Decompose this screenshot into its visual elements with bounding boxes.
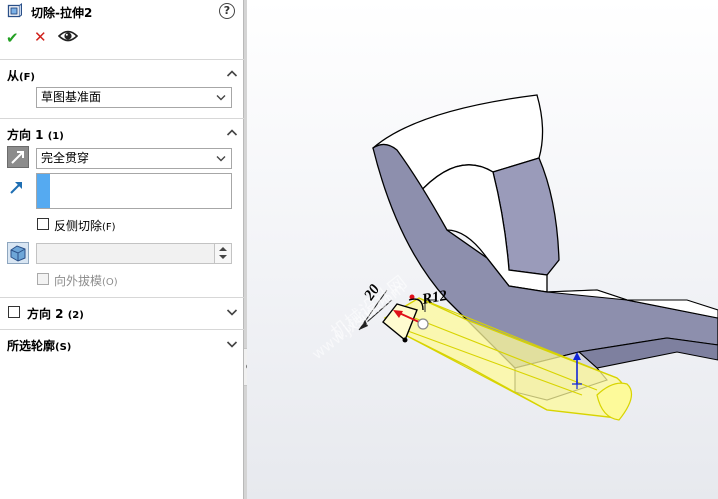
chevron-down-icon [216, 156, 226, 162]
from-section-label: 从(F) [7, 69, 35, 83]
draft-outward-checkbox [37, 273, 49, 285]
draft-angle-input[interactable] [36, 243, 232, 264]
from-section-header[interactable]: 从(F) [0, 62, 244, 86]
dimension-radius-label: R12 [420, 288, 449, 308]
draft-outward-label: 向外拔模(O) [54, 274, 118, 288]
selection-box-accent [37, 174, 50, 208]
model-canvas[interactable]: 20 R12 机械设计网 www.jxsjw.com [247, 0, 718, 499]
direction2-section-label: 方向 2 (2) [27, 307, 84, 321]
direction-selection-box[interactable] [36, 173, 232, 209]
divider [0, 118, 244, 119]
selected-contours-label: 所选轮廓(S) [7, 339, 72, 353]
end-condition-value: 完全贯穿 [41, 151, 90, 165]
chevron-down-icon[interactable] [226, 338, 238, 350]
direction2-checkbox[interactable] [8, 306, 20, 318]
property-manager-panel: 切除-拉伸2 ? ✔ ✕ 从(F) 草图基准面 方向 1 (1) 完全贯穿 反侧… [0, 0, 244, 499]
graphics-viewport[interactable]: 20 R12 机械设计网 www.jxsjw.com [247, 0, 718, 499]
spin-up-icon[interactable] [219, 247, 227, 251]
direction1-section-header[interactable]: 方向 1 (1) [0, 121, 244, 145]
feature-title-bar: 切除-拉伸2 ? [0, 0, 244, 24]
reverse-direction-icon[interactable] [7, 146, 29, 168]
divider [0, 329, 244, 330]
direction-of-extrusion-icon [10, 182, 22, 194]
sketch-point [402, 337, 408, 343]
help-button[interactable]: ? [219, 3, 235, 19]
selected-contours-section-header[interactable]: 所选轮廓(S) [0, 332, 244, 356]
spin-down-icon[interactable] [219, 255, 227, 259]
divider [0, 59, 244, 60]
confirm-toolbar: ✔ ✕ [0, 27, 244, 49]
drag-handle-icon[interactable] [417, 318, 429, 330]
from-selected-value: 草图基准面 [41, 90, 102, 104]
draft-angle-spinner[interactable] [214, 244, 231, 263]
from-start-condition-select[interactable]: 草图基准面 [36, 87, 232, 108]
direction1-section-label: 方向 1 (1) [7, 128, 64, 142]
chevron-down-icon[interactable] [226, 306, 238, 318]
chevron-down-icon [216, 95, 226, 101]
preview-eye-icon[interactable] [58, 28, 78, 44]
divider [0, 297, 244, 298]
chevron-up-icon[interactable] [226, 68, 238, 80]
flip-side-label: 反侧切除(F) [54, 219, 116, 233]
direction2-section-header[interactable]: 方向 2 (2) [0, 300, 244, 324]
direction1-end-condition-select[interactable]: 完全贯穿 [36, 148, 232, 169]
draft-toggle-icon[interactable] [7, 242, 29, 264]
feature-title: 切除-拉伸2 [31, 6, 93, 20]
cancel-x-icon[interactable]: ✕ [34, 28, 47, 46]
chevron-up-icon[interactable] [226, 127, 238, 139]
cut-extrude-icon [7, 3, 22, 18]
ok-checkmark-icon[interactable]: ✔ [6, 29, 19, 47]
flip-side-checkbox[interactable] [37, 218, 49, 230]
